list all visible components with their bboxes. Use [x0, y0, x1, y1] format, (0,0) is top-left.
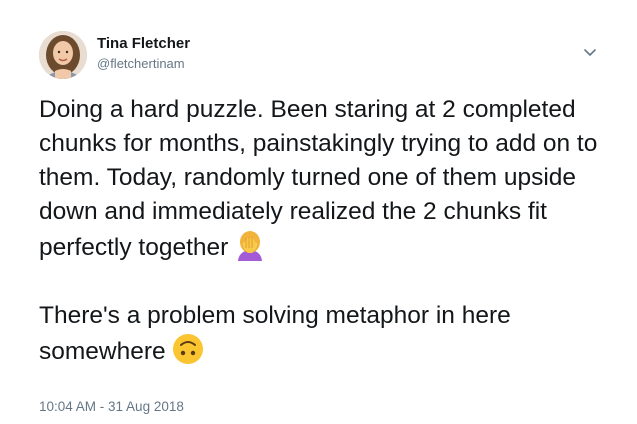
tweet-paragraph-2: There's a problem solving metaphor in he… — [39, 299, 619, 369]
avatar-image — [39, 31, 87, 79]
user-info: Tina Fletcher @fletchertinam — [97, 34, 190, 73]
user-handle[interactable]: @fletchertinam — [97, 55, 190, 73]
avatar[interactable] — [39, 31, 87, 79]
upside-down-face-icon — [172, 333, 204, 365]
tweet-text: Doing a hard puzzle. Been staring at 2 c… — [39, 93, 619, 369]
display-name[interactable]: Tina Fletcher — [97, 34, 190, 54]
tweet-timestamp[interactable]: 10:04 AM - 31 Aug 2018 — [39, 398, 184, 416]
tweet-paragraph-2-text: There's a problem solving metaphor in he… — [39, 302, 511, 365]
tweet-card: Tina Fletcher @fletchertinam Doing a har… — [0, 0, 637, 424]
tweet-paragraph-1-text: Doing a hard puzzle. Been staring at 2 c… — [39, 96, 598, 261]
tweet-paragraph-1: Doing a hard puzzle. Been staring at 2 c… — [39, 93, 619, 265]
woman-facepalming-icon — [234, 229, 266, 261]
chevron-down-icon[interactable] — [583, 46, 597, 58]
